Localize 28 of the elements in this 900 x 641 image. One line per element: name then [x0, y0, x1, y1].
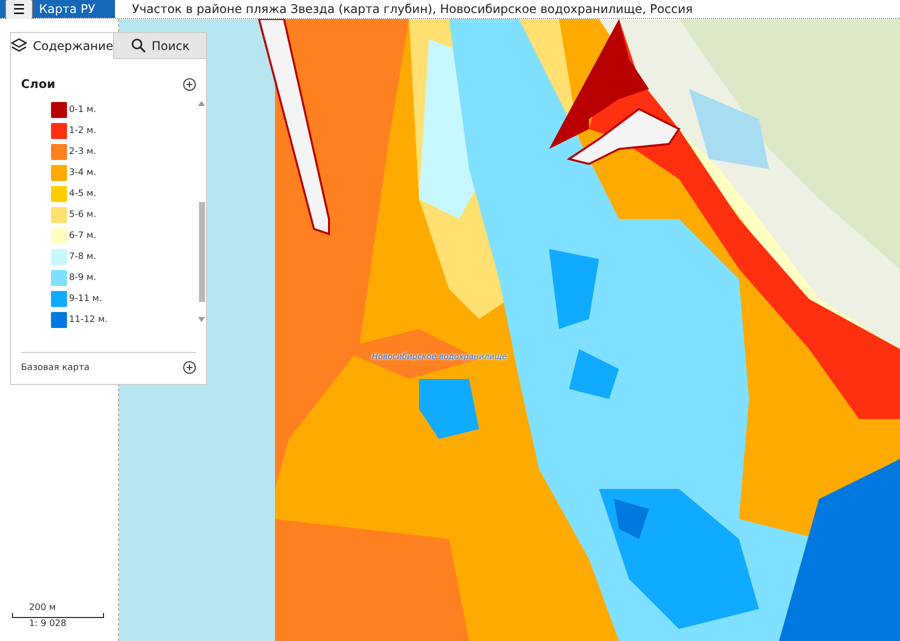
- legend-label: 8-9 м.: [69, 273, 96, 283]
- legend-label: 5-6 м.: [69, 210, 96, 220]
- app-title: Карта РУ: [39, 2, 96, 16]
- menu-button[interactable]: ☰: [5, 0, 33, 20]
- panel-tab[interactable]: Поиск: [113, 33, 206, 59]
- scrollbar-thumb[interactable]: [198, 202, 204, 302]
- legend-label: 6-7 м.: [69, 231, 96, 241]
- map-label: Новосибирское водохранилище: [372, 352, 507, 361]
- legend-label: 4-5 м.: [69, 189, 96, 199]
- legend-label: 9-11 м.: [69, 294, 102, 304]
- layers-icon: [11, 38, 27, 53]
- add-icon[interactable]: [183, 361, 196, 374]
- scroll-up-icon[interactable]: [198, 101, 205, 106]
- legend-label: 7-8 м.: [69, 252, 96, 262]
- legend-label: 11-12 м.: [69, 315, 108, 325]
- legend-label: 0-1 м.: [69, 105, 96, 115]
- scroll-down-icon[interactable]: [198, 317, 205, 322]
- scale-ratio: 1: 9 028: [28, 619, 68, 629]
- add-icon[interactable]: [183, 78, 196, 90]
- depth-map-drawing[interactable]: [119, 19, 900, 641]
- search-icon: [130, 38, 146, 53]
- scale-distance: 200 м: [28, 603, 57, 613]
- legend-label: 1-2 м.: [69, 126, 96, 136]
- basemap-heading: Базовая карта: [21, 362, 90, 372]
- legend-label: 3-4 м.: [69, 168, 96, 178]
- map-title: Участок в районе пляжа Звезда (карта глубин), Новосибирское водохранилище, Россия: [132, 2, 693, 16]
- layers-heading: Слои: [21, 77, 56, 91]
- legend-label: 2-3 м.: [69, 147, 96, 157]
